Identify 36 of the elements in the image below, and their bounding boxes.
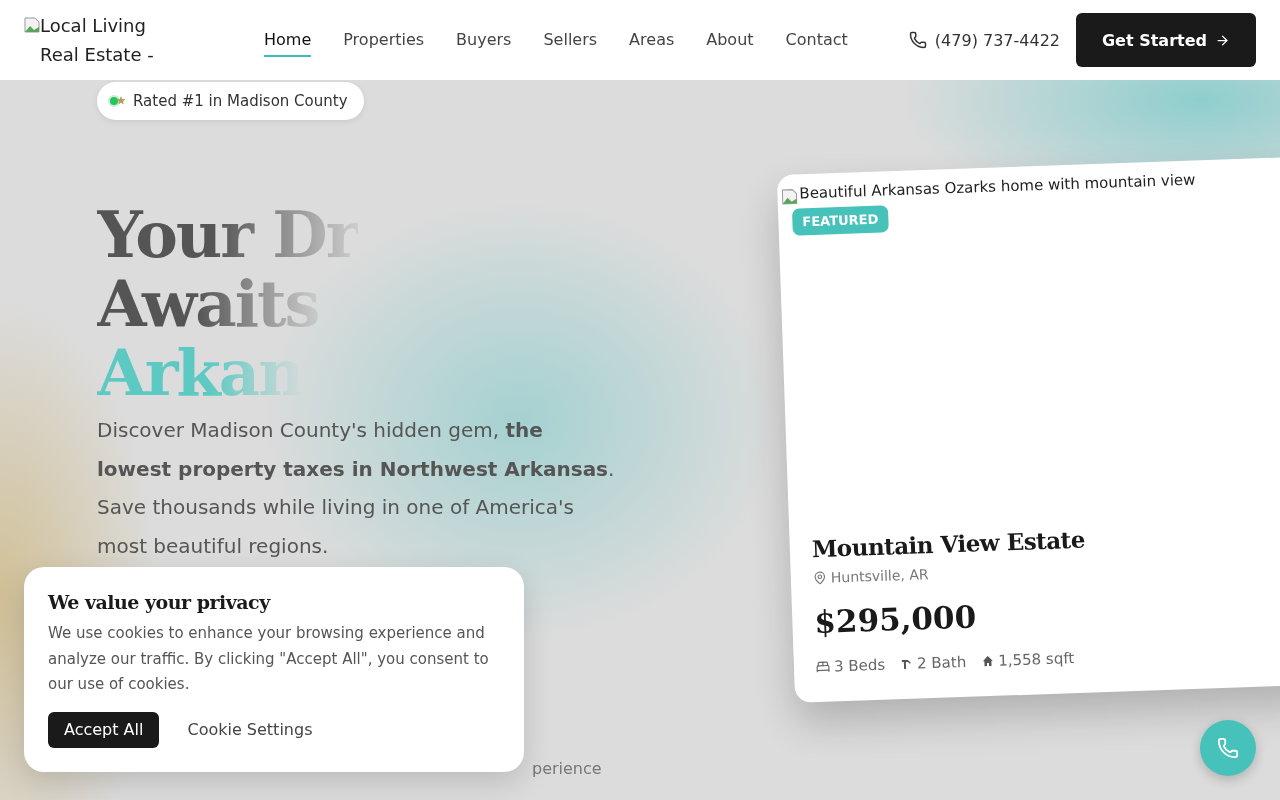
image-alt-text: Beautiful Arkansas Ozarks home with mountain view xyxy=(799,170,1196,203)
nav-link[interactable]: Properties xyxy=(343,23,425,57)
property-location: Huntsville, AR xyxy=(830,566,929,586)
house-icon xyxy=(982,654,995,668)
phone-link[interactable]: (479) 737-4422 xyxy=(908,30,1060,50)
nav-link[interactable]: Areas xyxy=(629,23,675,57)
broken-image-icon xyxy=(24,17,40,33)
property-spec: 2 Bath xyxy=(916,652,967,673)
property-price: $295,000 xyxy=(813,597,978,641)
property-spec: 3 Beds xyxy=(833,655,886,676)
get-started-button[interactable]: Get Started xyxy=(1076,13,1256,67)
logo-alt-text[interactable]: Local Living Real Estate - xyxy=(40,11,174,69)
phone-icon xyxy=(908,31,927,49)
intro-paragraph: Discover Madison County's hidden gem, the lowest property taxes in Northwest Arkansas. Save thousands while living in one of America's most beautiful regions. xyxy=(97,417,616,560)
nav-link[interactable]: Contact xyxy=(785,23,848,57)
call-button[interactable] xyxy=(1200,720,1256,776)
settings-button[interactable]: Cookie Settings xyxy=(171,711,329,748)
badge-text: Rated #1 in Madison County xyxy=(133,92,348,110)
cookie-title: We value your privacy xyxy=(48,591,272,613)
property-title: Mountain View Estate xyxy=(811,525,1086,563)
hero-note-text: perience xyxy=(532,759,602,778)
nav-link[interactable]: Buyers xyxy=(456,23,512,57)
property-spec: 1,558 sqft xyxy=(997,649,1075,670)
cookie-text: We use cookies to enhance your browsing experience and analyze our traffic. By clicking "Accept All", you consent to our use of cookies. xyxy=(48,623,490,695)
nav-link[interactable]: About xyxy=(706,23,754,57)
nav-link[interactable]: Sellers xyxy=(543,23,598,57)
arrow-right-icon xyxy=(1215,32,1230,48)
location-pin-icon xyxy=(812,570,828,586)
dot-star-icon xyxy=(107,94,127,108)
phone-icon xyxy=(1217,737,1239,759)
property-card[interactable]: Beautiful Arkansas Ozarks home with mountain view FEATURED Mountain View Estate Huntsville, AR $295,000 3 Beds 2 Bath 1,558 sqft xyxy=(776,157,1280,703)
featured-tag: FEATURED xyxy=(791,205,889,236)
bed-icon xyxy=(815,659,831,675)
nav-link[interactable]: Home xyxy=(264,23,312,57)
broken-image-icon xyxy=(781,188,798,205)
accept-button[interactable]: Accept All xyxy=(48,711,160,748)
